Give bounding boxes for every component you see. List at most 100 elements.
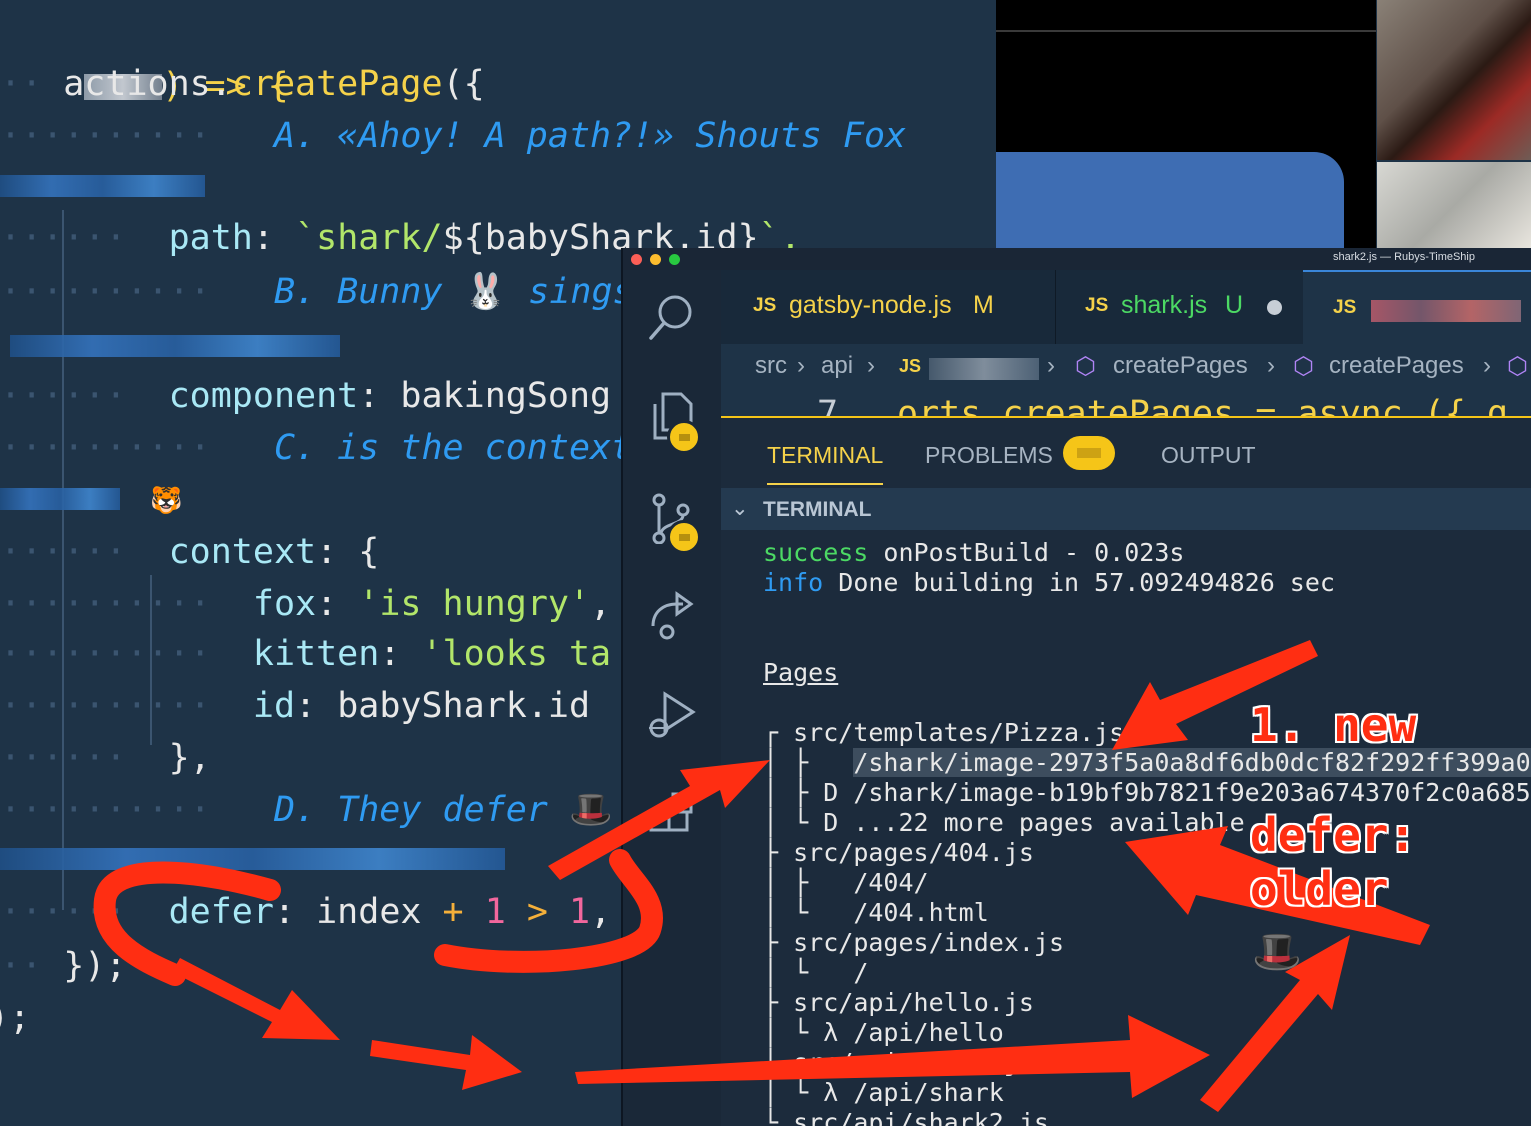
number-literal: 1 xyxy=(484,892,506,932)
breadcrumb-symbol[interactable]: createPages xyxy=(1113,352,1248,380)
tab-gatsby-node[interactable]: JS gatsby-node.js M xyxy=(721,270,1056,344)
redacted-filename xyxy=(929,358,1039,380)
redacted-filename xyxy=(1371,300,1521,322)
js-file-icon: JS xyxy=(1085,295,1109,316)
search-icon[interactable] xyxy=(647,292,697,342)
comment-b: B. Bunny xyxy=(273,272,443,312)
terminal-header-label: TERMINAL xyxy=(763,498,872,521)
video-thumbnail[interactable] xyxy=(1377,162,1531,250)
tree-text: src/templates/Pizza.js xyxy=(793,718,1125,747)
code-line: ·········· A. «Ahoy! A path?!» Shouts Fo… xyxy=(0,116,907,156)
modified-indicator: M xyxy=(973,291,994,319)
blue-panel xyxy=(996,152,1344,250)
tab-redacted[interactable]: JS xyxy=(1303,270,1531,346)
number-literal: 1 xyxy=(569,892,591,932)
untracked-indicator: U xyxy=(1225,291,1244,319)
prop-id: id xyxy=(252,686,296,726)
chevron-right-icon: › xyxy=(1267,352,1275,379)
remote-explorer-icon[interactable] xyxy=(647,590,697,640)
tab-label: gatsby-node.js xyxy=(789,291,952,319)
tree-text: ...22 more pages available xyxy=(853,808,1245,837)
pages-heading: Pages xyxy=(763,658,839,687)
comment-d: D. They defer xyxy=(273,790,548,830)
comment-b-rest: sings xyxy=(528,272,634,312)
code-line: ·· }); xyxy=(0,946,127,986)
source-control-icon[interactable] xyxy=(647,492,701,554)
tree-row: │ ├ /shark/image-2973f5a0a8df6db0dcf82f2… xyxy=(763,748,1531,778)
activity-bar xyxy=(623,270,721,1126)
top-hat-emoji: 🎩 xyxy=(568,790,613,830)
window-title: shark2.js — Rubys-TimeShip xyxy=(1332,251,1475,263)
tree-text: /api/shark xyxy=(853,1078,1004,1107)
tree-text: /404/ xyxy=(853,868,929,897)
redacted-text xyxy=(0,488,120,510)
tree-text: /shark/image-b19bf9b7821f9e203a674370f2c… xyxy=(853,778,1531,807)
code-line: ·········· C. is the context xyxy=(0,428,633,468)
code-line: ······ context: { xyxy=(0,532,380,572)
line-number: 7 xyxy=(817,394,839,419)
colon: : xyxy=(273,892,317,932)
tree-prefix: │ ├ xyxy=(763,868,854,897)
tree-row: │ └ /404.html xyxy=(763,898,989,928)
tree-prefix: │ ├ D xyxy=(763,778,854,807)
redacted-text xyxy=(0,175,205,197)
run-debug-icon[interactable] xyxy=(647,690,697,740)
info-text: Done building in 57.092494826 sec xyxy=(823,568,1335,597)
chevron-down-icon: ⌄ xyxy=(731,497,749,520)
tree-prefix: ┌ xyxy=(763,718,794,747)
cube-icon: ⬡ xyxy=(1293,353,1314,380)
chevron-right-icon: › xyxy=(1483,352,1491,379)
tree-row: │ ├ /404/ xyxy=(763,868,929,898)
brace-open: { xyxy=(358,532,380,572)
tree-text: / xyxy=(853,958,869,987)
breadcrumb-src[interactable]: src xyxy=(755,352,787,380)
tree-prefix: │ ├ xyxy=(763,748,854,777)
comment-a: A. «Ahoy! A path?!» Shouts Fox xyxy=(273,116,907,156)
problems-count-badge xyxy=(1063,436,1115,470)
chevron-right-icon: › xyxy=(867,352,875,379)
unsaved-dot-icon[interactable] xyxy=(1267,300,1282,315)
terminal-section-header[interactable]: ⌄ TERMINAL xyxy=(721,488,1531,530)
tab-problems[interactable]: PROBLEMS xyxy=(925,442,1053,469)
defer-index: index xyxy=(316,892,422,932)
code-text: orts.createPages = async ({ g xyxy=(897,394,1509,419)
kitten-value: 'looks ta xyxy=(421,634,612,674)
js-file-icon: JS xyxy=(753,295,777,316)
terminal-line: success onPostBuild - 0.023s xyxy=(763,538,1184,568)
tree-text: src/pages/404.js xyxy=(793,838,1034,867)
prop-component: component xyxy=(168,376,359,416)
code-line: ······ }, xyxy=(0,738,211,778)
breadcrumb-symbol[interactable]: createPages xyxy=(1329,352,1464,380)
breadcrumb-api[interactable]: api xyxy=(821,352,853,380)
chevron-right-icon: › xyxy=(1047,352,1055,379)
top-hat-icon: 🎩 xyxy=(1252,929,1302,975)
tree-row: ┌ src/templates/Pizza.js xyxy=(763,718,1124,748)
code-line: ·········· D. They defer 🎩 t xyxy=(0,784,655,836)
info-label: info xyxy=(763,568,824,597)
tree-row: ├ src/api/shark.js xyxy=(763,1048,1034,1078)
prop-fox: fox xyxy=(252,584,317,624)
tab-terminal[interactable]: TERMINAL xyxy=(767,442,884,485)
tree-prefix: ├ xyxy=(763,1048,794,1077)
code-line: ); xyxy=(0,992,30,1044)
explorer-icon[interactable] xyxy=(647,390,701,454)
cube-icon: ⬡ xyxy=(1507,353,1528,380)
colon: : xyxy=(379,634,422,674)
colon: : xyxy=(316,584,359,624)
cube-icon: ⬡ xyxy=(1075,353,1096,380)
panel-tabs: TERMINAL PROBLEMS OUTPUT xyxy=(721,418,1531,488)
call-close: }); xyxy=(63,946,127,986)
video-thumbnail[interactable] xyxy=(1377,0,1531,160)
editor-tabs: JS gatsby-node.js M JS shark.js U JS xyxy=(721,270,1531,346)
tree-text: src/api/hello.js xyxy=(793,988,1034,1017)
tree-prefix: │ └ xyxy=(763,898,854,927)
js-file-icon: JS xyxy=(899,356,922,376)
extensions-icon[interactable] xyxy=(647,792,697,842)
code-line: ·········· fox: 'is hungry', xyxy=(0,584,612,624)
tab-shark[interactable]: JS shark.js U xyxy=(1055,270,1304,344)
tab-output[interactable]: OUTPUT xyxy=(1161,442,1256,469)
annotation-new: 1. new xyxy=(1250,698,1417,752)
colon: : xyxy=(358,376,401,416)
tiger-emoji: 🐯 xyxy=(150,486,183,516)
source-control-badge xyxy=(667,520,701,554)
